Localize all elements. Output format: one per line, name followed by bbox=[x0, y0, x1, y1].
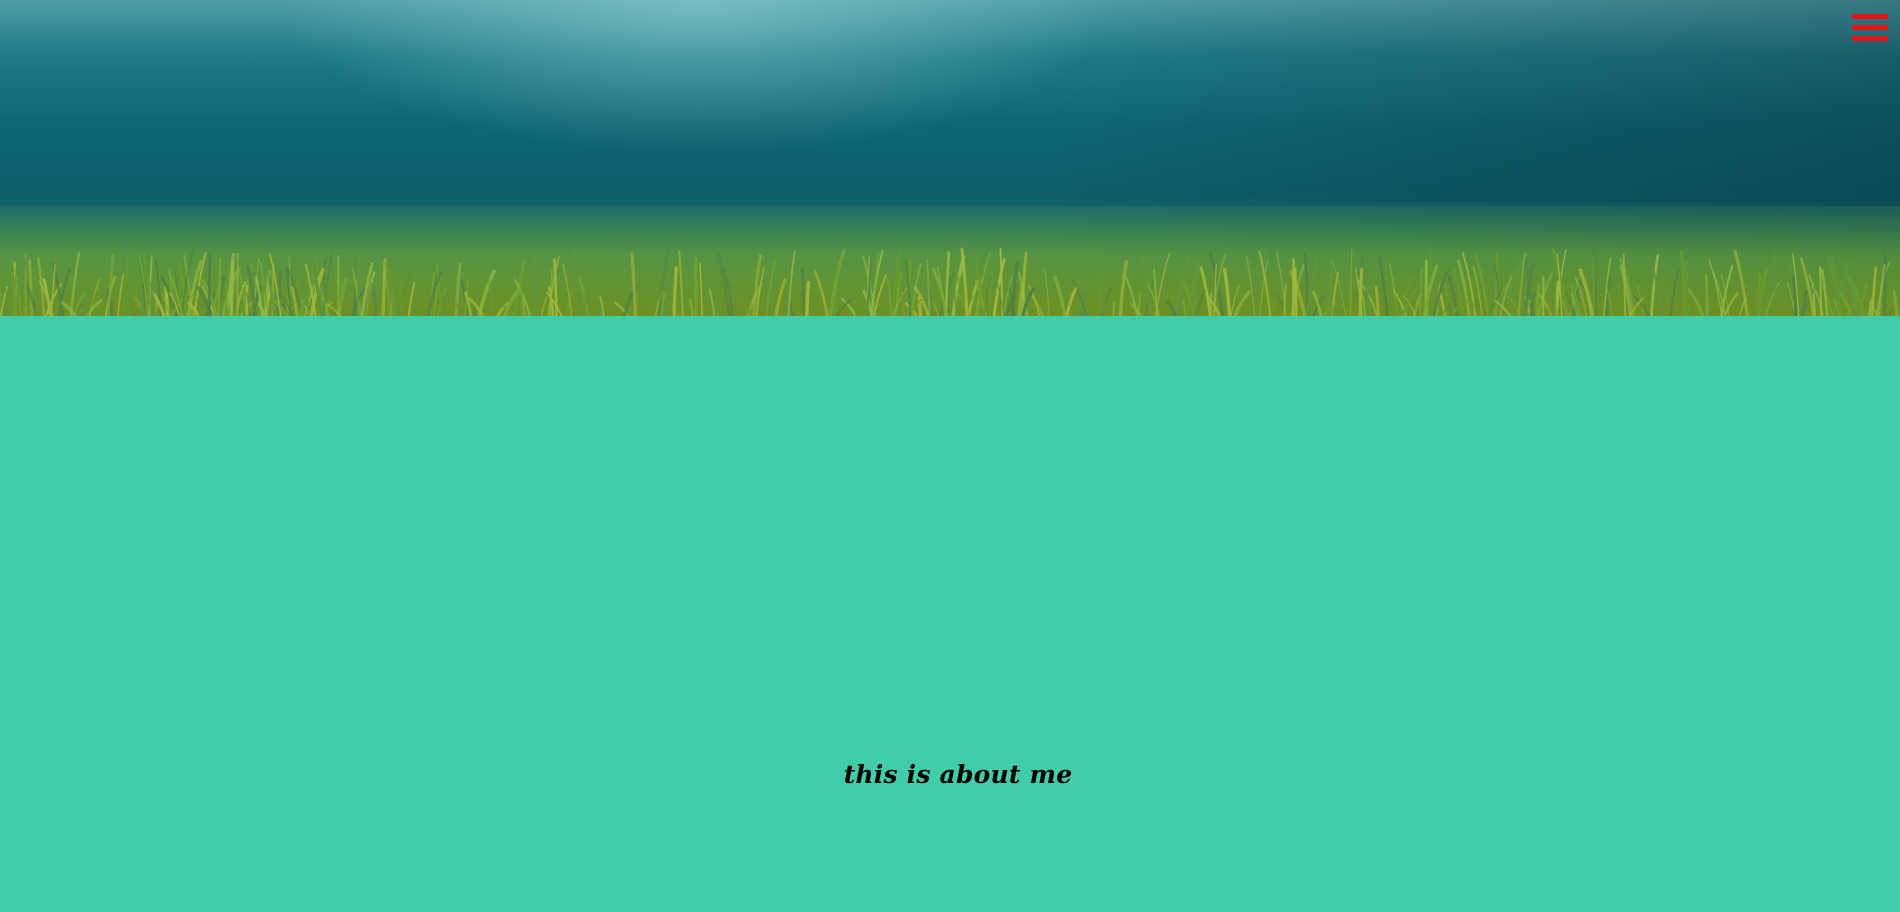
hamburger-menu-icon[interactable] bbox=[1852, 12, 1888, 44]
menu-bar-bottom bbox=[1852, 36, 1888, 41]
hero-banner-image bbox=[0, 0, 1900, 316]
menu-bar-top bbox=[1852, 14, 1888, 19]
seagrass-graphic bbox=[0, 206, 1900, 316]
about-text: this is about me bbox=[843, 760, 1073, 789]
page: this is about me bbox=[0, 0, 1900, 912]
menu-bar-middle bbox=[1852, 25, 1888, 30]
